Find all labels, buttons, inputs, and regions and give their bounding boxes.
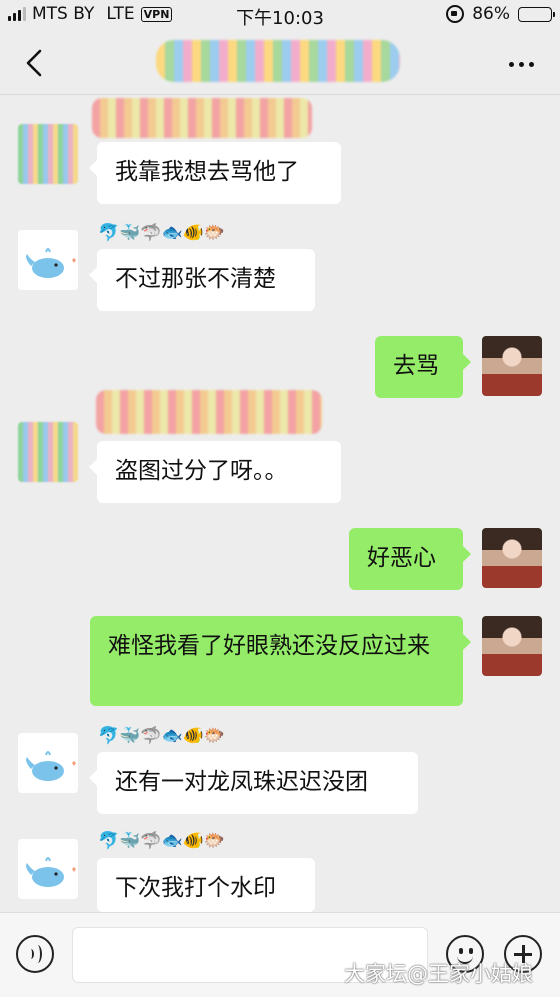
- avatar-self[interactable]: [482, 616, 542, 676]
- message-bubble-incoming[interactable]: 下次我打个水印: [97, 858, 315, 912]
- message-bubble-incoming[interactable]: 我靠我想去骂他了: [89, 142, 341, 204]
- voice-icon[interactable]: [16, 935, 54, 973]
- message-bubble-incoming[interactable]: 不过那张不清楚: [89, 249, 315, 311]
- avatar-pixelated[interactable]: [18, 422, 78, 482]
- sender-name-pixelated: [92, 98, 312, 138]
- message-bubble-incoming[interactable]: 还有一对龙凤珠迟迟没团: [89, 752, 418, 814]
- avatar-self[interactable]: [482, 528, 542, 588]
- status-bar: MTS BY LTE VPN 下午10:03 86%: [0, 0, 560, 32]
- avatar-whale[interactable]: [18, 733, 78, 793]
- back-arrow-icon[interactable]: [22, 48, 48, 78]
- sender-name-emoji: 🐬🐳🦈🐟🐠🐡: [98, 831, 226, 851]
- whale-icon: [26, 248, 76, 278]
- more-options-icon[interactable]: [509, 62, 534, 67]
- status-right: 86%: [446, 4, 555, 24]
- whale-icon: [26, 751, 76, 781]
- watermark-text: 大家坛@王家小姑娘: [344, 962, 533, 986]
- message-bubble-incoming[interactable]: 盗图过分了呀。。: [89, 441, 341, 503]
- chat-title-pixelated: [156, 40, 400, 82]
- message-bubble-outgoing[interactable]: 去骂: [375, 336, 471, 398]
- sender-name-emoji: 🐬🐳🦈🐟🐠🐡: [98, 223, 226, 243]
- avatar-self[interactable]: [482, 336, 542, 396]
- whale-icon: [26, 857, 76, 887]
- message-bubble-outgoing[interactable]: 好恶心: [349, 528, 471, 590]
- battery-icon: [518, 6, 555, 22]
- rotation-lock-icon: [446, 5, 465, 23]
- avatar-pixelated[interactable]: [18, 124, 78, 184]
- battery-percent: 86%: [472, 4, 510, 24]
- message-bubble-outgoing[interactable]: 难怪我看了好眼熟还没反应过来: [90, 616, 471, 706]
- sender-name-emoji: 🐬🐳🦈🐟🐠🐡: [98, 726, 226, 746]
- sender-name-pixelated: [96, 390, 322, 434]
- avatar-whale[interactable]: [18, 230, 78, 290]
- chat-header: [0, 32, 560, 95]
- avatar-whale[interactable]: [18, 839, 78, 899]
